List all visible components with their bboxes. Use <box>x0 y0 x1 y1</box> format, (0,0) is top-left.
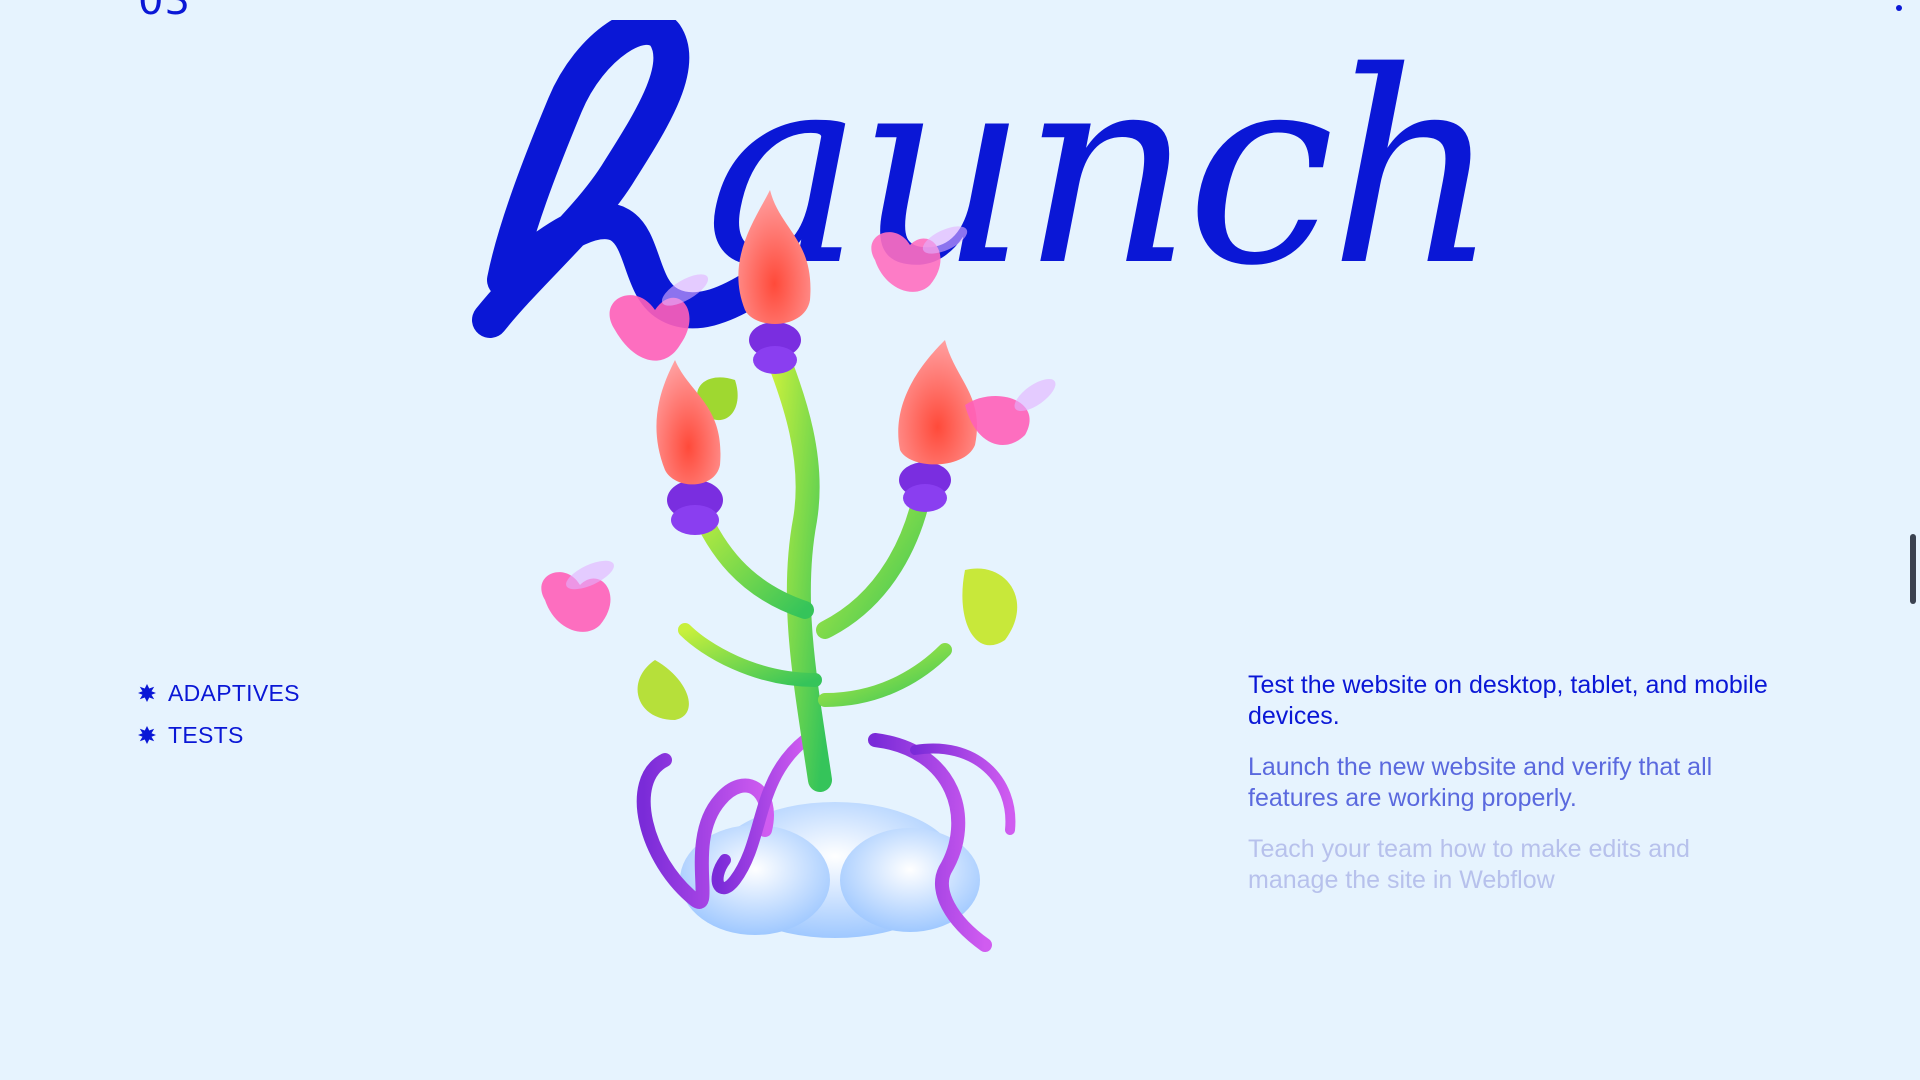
description-block: Test the website on desktop, tablet, and… <box>1248 670 1768 916</box>
flower-plant-illustration <box>541 190 1056 952</box>
tag-list: ADAPTIVES TESTS <box>138 672 300 756</box>
tag-item-tests: TESTS <box>138 714 300 756</box>
description-paragraph: Test the website on desktop, tablet, and… <box>1248 671 1768 730</box>
step-number: 03 <box>138 0 191 24</box>
description-paragraph: Launch the new website and verify that a… <box>1248 753 1713 812</box>
tag-label: ADAPTIVES <box>168 679 300 706</box>
menu-dot-icon[interactable] <box>1896 5 1902 11</box>
tag-label: TESTS <box>168 721 244 748</box>
description-paragraph: Teach your team how to make edits and ma… <box>1248 835 1690 894</box>
starburst-bullet-icon <box>138 684 156 702</box>
scrollbar[interactable] <box>1904 0 1920 1080</box>
tag-item-adaptives: ADAPTIVES <box>138 672 300 714</box>
scrollbar-thumb[interactable] <box>1910 534 1916 604</box>
starburst-bullet-icon <box>138 726 156 744</box>
